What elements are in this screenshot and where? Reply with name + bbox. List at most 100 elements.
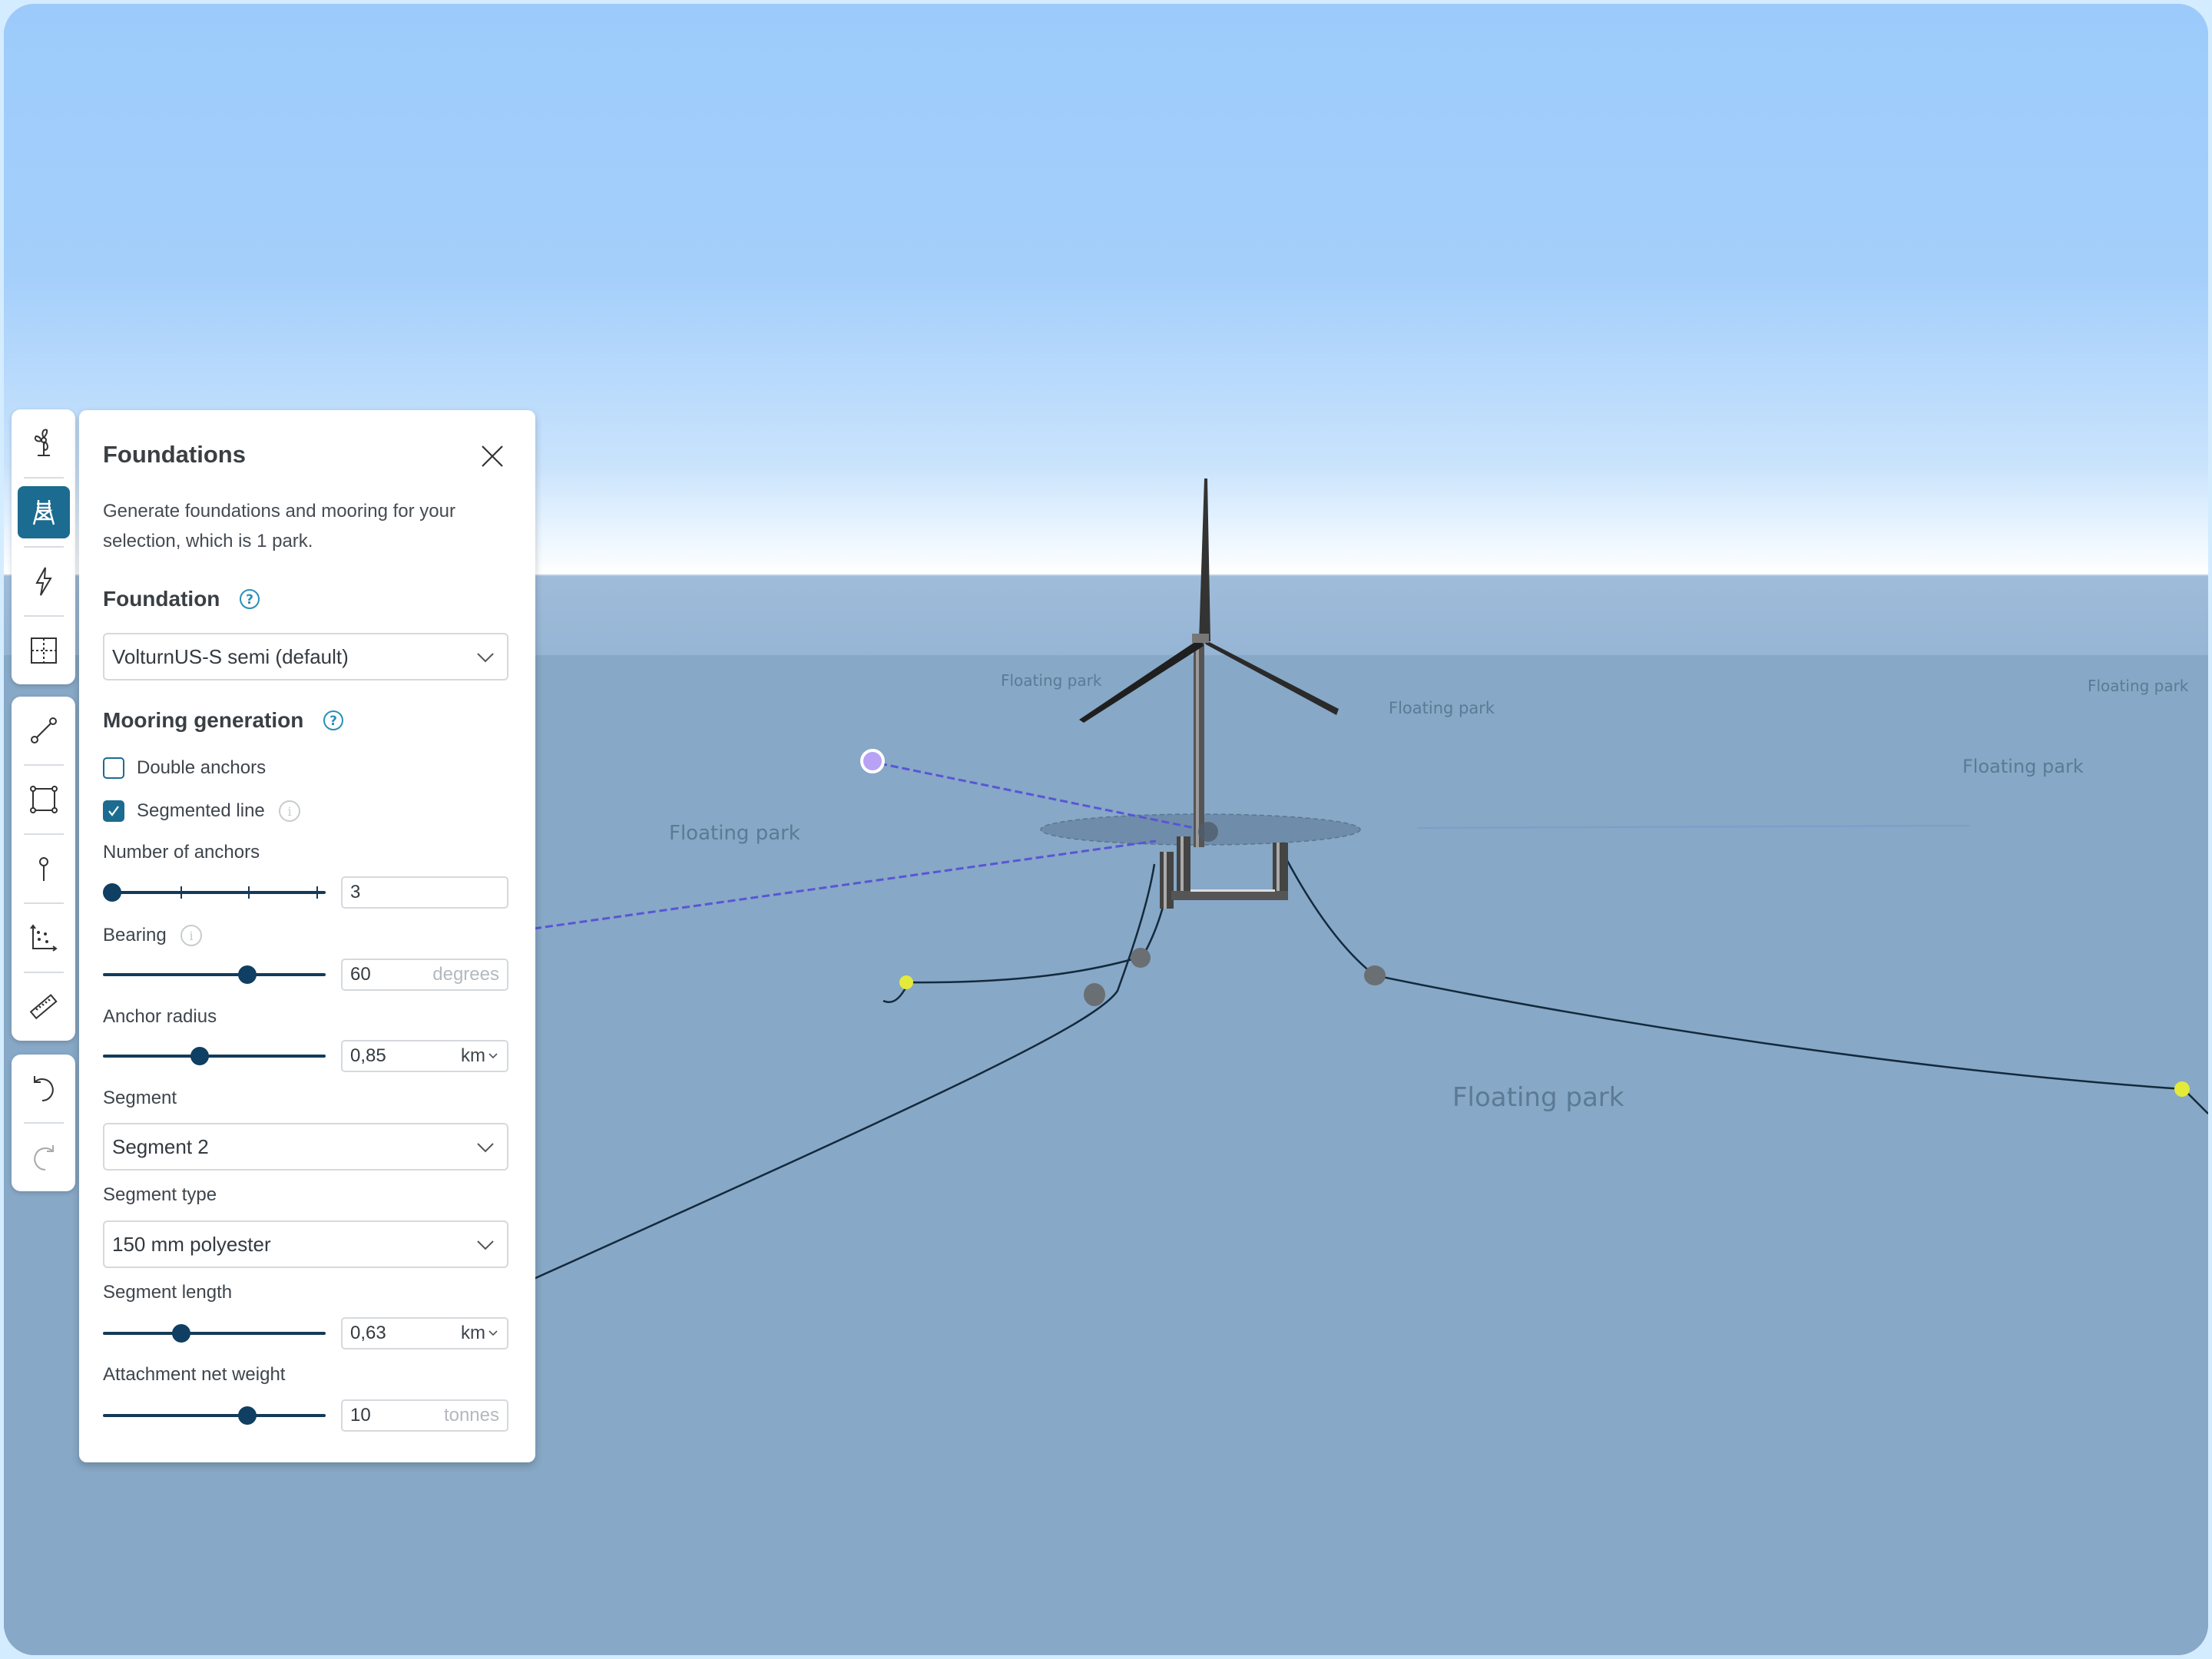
anchor-marker[interactable] (2174, 1081, 2190, 1097)
slider-thumb[interactable] (237, 1406, 257, 1425)
foundation-select[interactable]: VolturnUS-S semi (default) (103, 633, 508, 680)
number-of-anchors-value: 3 (350, 882, 361, 902)
segmented-line-row: Segmented line i (103, 799, 302, 823)
toolbar-point-button[interactable] (18, 843, 70, 895)
attachment-marker[interactable] (1364, 965, 1386, 985)
attachment-net-weight-value: 10 (350, 1405, 371, 1426)
mooring-line (882, 863, 1173, 1003)
segmented-line-checkbox[interactable] (103, 800, 124, 822)
segment-type-select[interactable]: 150 mm polyester (103, 1220, 508, 1268)
segment-length-value: 0,63 (350, 1323, 386, 1343)
anchor-radius-label: Anchor radius (103, 1006, 217, 1027)
close-button[interactable] (478, 442, 506, 470)
segment-length-unit: km (461, 1323, 485, 1343)
toolbar-divider (23, 477, 64, 478)
bearing-label: Bearing (103, 925, 167, 945)
bearing-input[interactable]: 60 degrees (341, 959, 508, 991)
foundations-panel: Foundations Generate foundations and moo… (79, 410, 535, 1462)
toolbar-turbines-button[interactable] (18, 417, 70, 469)
chevron-down-icon (488, 1053, 498, 1059)
park-label[interactable]: Floating park (1389, 699, 1495, 717)
segment-type-label: Segment type (103, 1184, 217, 1205)
segment-select[interactable]: Segment 2 (103, 1123, 508, 1171)
slider-track (103, 1055, 326, 1058)
help-icon[interactable]: ? (238, 588, 261, 611)
attachment-marker[interactable] (1084, 983, 1105, 1006)
scatter-axes-icon (29, 924, 58, 952)
park-label[interactable]: Floating park (1001, 671, 1101, 690)
slider-track (103, 891, 326, 894)
mooring-section-title: Mooring generation ? (103, 708, 345, 733)
number-of-anchors-slider[interactable] (103, 881, 326, 904)
point-tool-icon (38, 857, 48, 881)
mooring-line (533, 863, 1156, 1280)
lightning-icon (35, 567, 52, 596)
turbine-icon (34, 429, 50, 456)
redo-icon (33, 1145, 54, 1171)
svg-text:i: i (189, 929, 193, 943)
undo-icon (33, 1076, 54, 1101)
double-anchors-label: Double anchors (137, 757, 267, 778)
anchor-radius-slider[interactable] (103, 1045, 326, 1068)
grid-icon (30, 637, 57, 664)
attachment-marker[interactable] (1131, 948, 1151, 968)
toolbar-foundations-button[interactable] (17, 486, 70, 538)
slider-track (103, 1332, 326, 1335)
foundation-select-value: VolturnUS-S semi (default) (112, 644, 349, 668)
segment-length-unit-select[interactable]: km (461, 1323, 499, 1344)
chevron-down-icon (488, 1330, 498, 1336)
attachment-net-weight-label: Attachment net weight (103, 1364, 286, 1385)
panel-title: Foundations (103, 441, 246, 468)
checkmark-icon (108, 806, 119, 816)
anchor-radius-unit-select[interactable]: km (461, 1045, 499, 1067)
bearing-slider[interactable] (103, 963, 326, 986)
toolbar-line-button[interactable] (18, 704, 70, 757)
attachment-net-weight-input[interactable]: 10 tonnes (341, 1399, 508, 1432)
bearing-label-row: Bearing i (103, 923, 204, 948)
help-icon[interactable]: ? (322, 709, 345, 732)
line-tool-icon (30, 717, 57, 743)
info-icon[interactable]: i (277, 799, 302, 823)
info-icon[interactable]: i (179, 923, 204, 948)
anchor-radius-value: 0,85 (350, 1045, 386, 1066)
toolbar-grid-button[interactable] (18, 624, 70, 677)
segment-length-input[interactable]: 0,63 km (341, 1317, 508, 1349)
chevron-down-icon (477, 1143, 494, 1153)
double-anchors-checkbox[interactable] (103, 757, 124, 779)
toolbar-measure-button[interactable] (18, 981, 70, 1033)
turbine-blade (1199, 478, 1210, 641)
anchor-marker[interactable] (899, 975, 913, 989)
toolbar-divider (23, 902, 64, 904)
segment-label: Segment (103, 1088, 177, 1108)
park-label[interactable]: Floating park (1452, 1082, 1624, 1113)
toolbar-divider (23, 615, 64, 617)
anchor-radius-input[interactable]: 0,85 km (341, 1040, 508, 1072)
park-label[interactable]: Floating park (1962, 756, 2084, 777)
toolbar-polygon-button[interactable] (18, 773, 70, 826)
toolbar-divider (23, 764, 64, 766)
attachment-net-weight-slider[interactable] (103, 1404, 326, 1427)
svg-text:?: ? (329, 714, 337, 729)
polygon-tool-icon (29, 786, 58, 813)
segment-length-slider[interactable] (103, 1322, 326, 1345)
toolbar-divider (23, 1122, 64, 1124)
ruler-icon (29, 994, 58, 1020)
segment-select-value: Segment 2 (112, 1134, 209, 1158)
undo-button[interactable] (18, 1062, 70, 1114)
number-of-anchors-input[interactable]: 3 (341, 876, 508, 909)
slider-thumb[interactable] (103, 883, 121, 902)
slider-thumb[interactable] (172, 1324, 191, 1343)
redo-button[interactable] (18, 1131, 70, 1184)
slider-thumb[interactable] (190, 1047, 210, 1065)
segment-type-select-value: 150 mm polyester (112, 1232, 271, 1256)
svg-text:?: ? (246, 592, 253, 608)
selection-handle[interactable] (860, 749, 885, 773)
toolbar-divider (23, 972, 64, 973)
toolbar-analysis-button[interactable] (18, 912, 70, 964)
park-label[interactable]: Floating park (2088, 677, 2188, 695)
toolbar-electrical-button[interactable] (18, 555, 70, 608)
anchor-radius-unit: km (461, 1045, 485, 1066)
slider-thumb[interactable] (237, 965, 257, 984)
bearing-value: 60 (350, 964, 371, 985)
park-label[interactable]: Floating park (669, 822, 800, 845)
